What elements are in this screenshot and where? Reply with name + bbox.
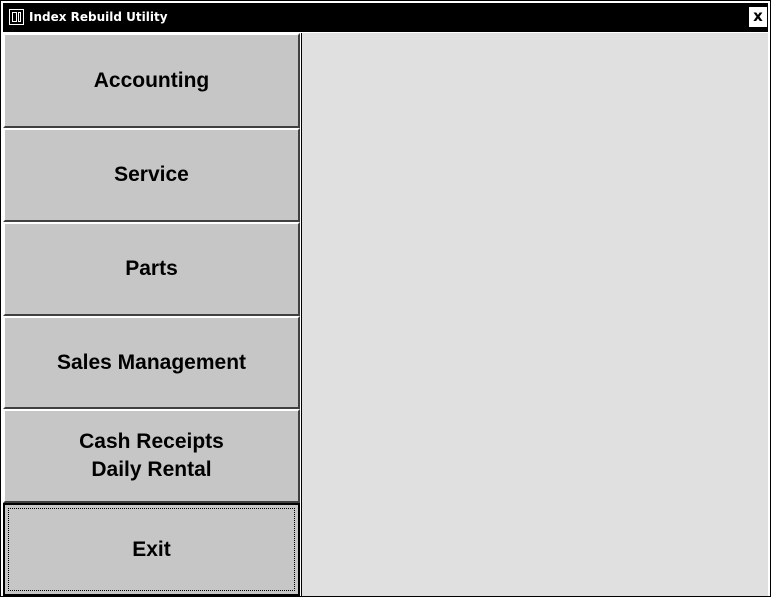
sidebar: Accounting Service Parts Sales Managemen…: [3, 33, 300, 596]
accounting-button[interactable]: Accounting: [3, 33, 300, 128]
content-panel: [301, 33, 768, 596]
parts-button-label: Parts: [125, 257, 178, 280]
cash-receipts-daily-rental-button[interactable]: Cash Receipts Daily Rental: [3, 409, 300, 503]
title-bar[interactable]: Index Rebuild Utility x: [3, 3, 768, 32]
exit-button[interactable]: Exit: [3, 503, 300, 596]
sales-management-button-label: Sales Management: [56, 350, 247, 374]
app-window: Index Rebuild Utility x Accounting Servi…: [0, 0, 771, 597]
app-window-icon: [9, 9, 24, 25]
cash-receipts-daily-rental-button-label: Cash Receipts Daily Rental: [79, 430, 224, 481]
exit-button-label: Exit: [132, 537, 171, 561]
service-button[interactable]: Service: [3, 128, 300, 222]
close-button[interactable]: x: [748, 6, 768, 28]
service-button-label: Service: [114, 163, 189, 186]
sales-management-button[interactable]: Sales Management: [3, 316, 300, 409]
parts-button[interactable]: Parts: [3, 222, 300, 316]
accounting-button-label: Accounting: [93, 68, 210, 92]
window-title: Index Rebuild Utility: [29, 10, 168, 24]
